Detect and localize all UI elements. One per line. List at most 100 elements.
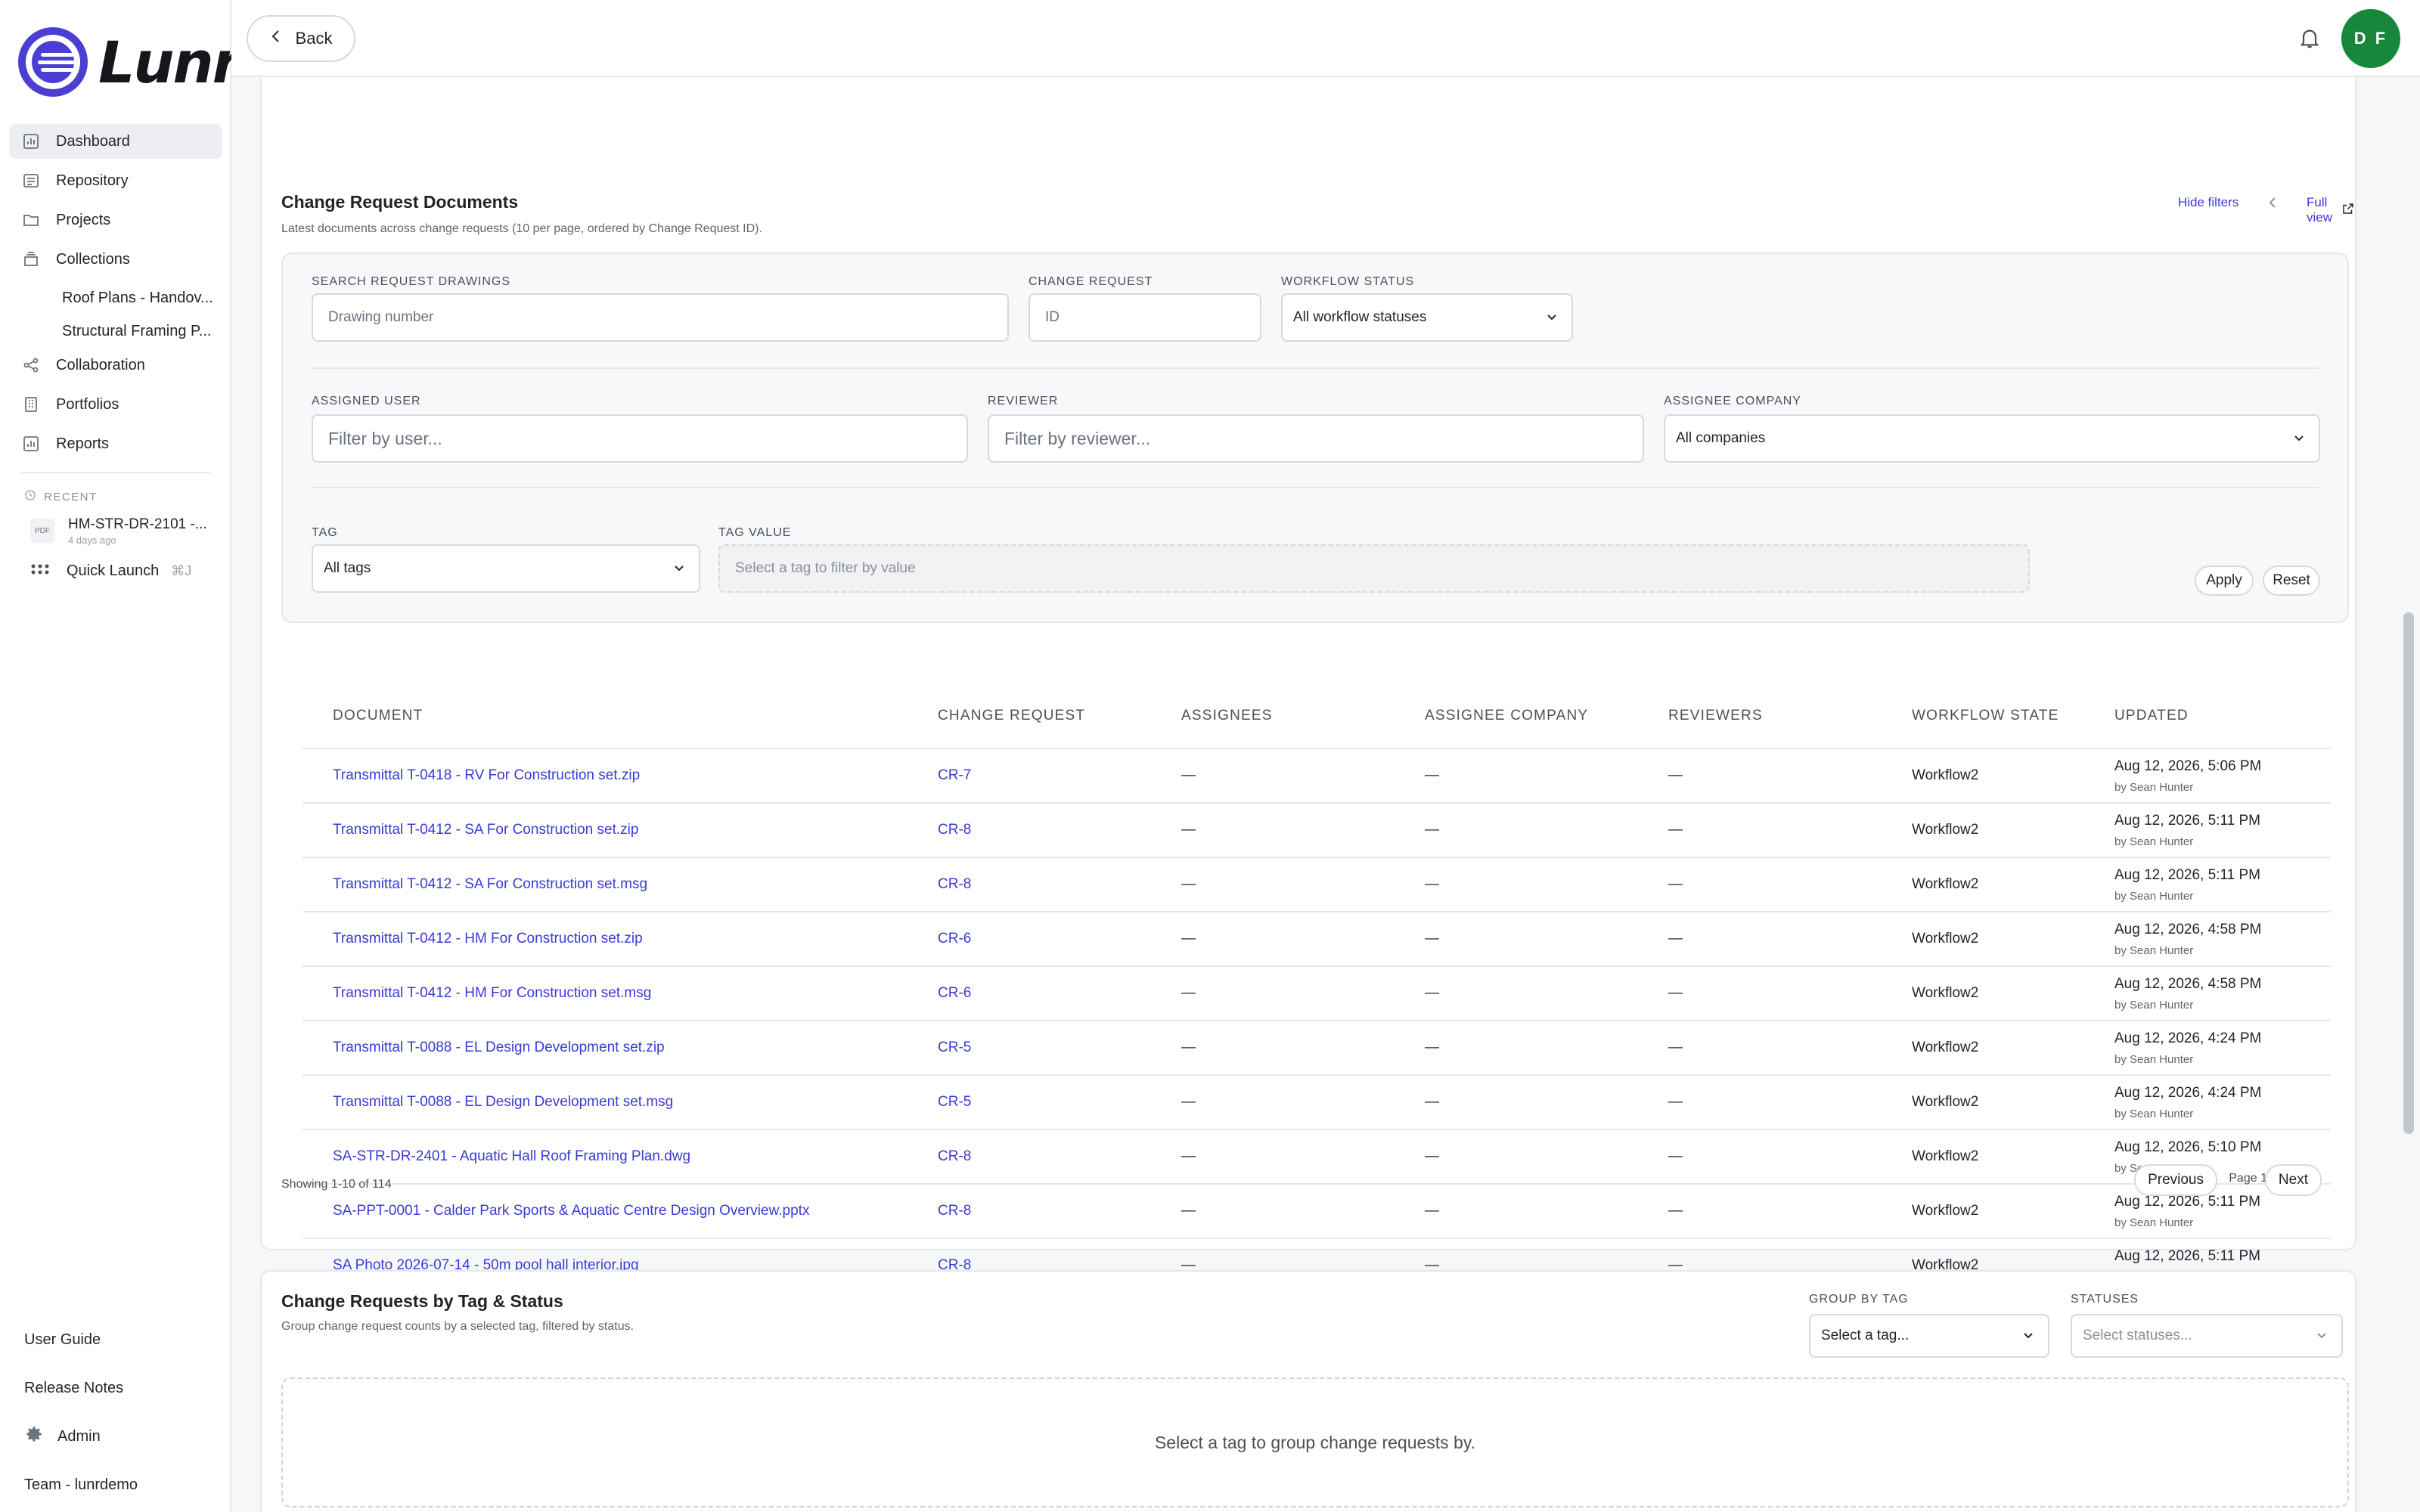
column-header[interactable]: WORKFLOW STATE bbox=[1882, 683, 2084, 749]
user-guide-link[interactable]: User Guide bbox=[0, 1315, 231, 1364]
group-by-tag-select[interactable]: Select a tag... bbox=[1809, 1314, 2049, 1358]
team-switcher[interactable]: Team - lunrdemo bbox=[0, 1461, 231, 1509]
assigned-user-input[interactable]: Filter by user... bbox=[312, 414, 968, 463]
reset-button[interactable]: Reset bbox=[2263, 565, 2320, 596]
tag-select[interactable]: All tags bbox=[312, 544, 700, 593]
updated-time: Aug 12, 2026, 5:11 PM bbox=[2114, 1247, 2260, 1264]
admin-link[interactable]: Admin bbox=[0, 1412, 231, 1461]
avatar[interactable]: D F bbox=[2341, 9, 2400, 68]
column-header[interactable]: REVIEWERS bbox=[1638, 683, 1882, 749]
recent-heading: RECENT bbox=[9, 484, 222, 510]
updated-cell: Aug 12, 2026, 4:24 PM by Sean Hunter bbox=[2084, 1075, 2331, 1130]
workflow-state-cell: Workflow2 bbox=[1882, 857, 2084, 912]
assignee-company-cell: — bbox=[1395, 803, 1638, 858]
table-row[interactable]: SA-STR-DR-2401 - Aquatic Hall Roof Frami… bbox=[302, 1129, 2331, 1185]
table-row[interactable]: Transmittal T-0412 - SA For Construction… bbox=[302, 857, 2331, 912]
workflow-state-cell: Workflow2 bbox=[1882, 748, 2084, 804]
chevron-down-icon bbox=[2316, 1328, 2328, 1344]
updated-cell: Aug 12, 2026, 4:24 PM by Sean Hunter bbox=[2084, 1021, 2331, 1076]
updated-cell: Aug 12, 2026, 4:58 PM by Sean Hunter bbox=[2084, 966, 2331, 1021]
sidebar-item-portfolios[interactable]: Portfolios bbox=[9, 387, 222, 422]
column-header[interactable]: CHANGE REQUEST bbox=[908, 683, 1151, 749]
document-link[interactable]: SA-STR-DR-2401 - Aquatic Hall Roof Frami… bbox=[333, 1148, 690, 1164]
sidebar-item-repository[interactable]: Repository bbox=[9, 163, 222, 198]
table-row[interactable]: Transmittal T-0088 - EL Design Developme… bbox=[302, 1021, 2331, 1076]
collection-item[interactable]: Roof Plans - Handov... bbox=[9, 281, 222, 314]
sidebar-item-collaboration[interactable]: Collaboration bbox=[9, 348, 222, 383]
next-page-button[interactable]: Next bbox=[2264, 1164, 2322, 1196]
change-request-link[interactable]: CR-8 bbox=[938, 1148, 971, 1164]
sidebar-nav: Dashboard Repository Projects Collection… bbox=[9, 124, 222, 590]
external-link-icon bbox=[2341, 202, 2355, 219]
table-row[interactable]: Transmittal T-0088 - EL Design Developme… bbox=[302, 1075, 2331, 1130]
document-link[interactable]: Transmittal T-0088 - EL Design Developme… bbox=[333, 1094, 673, 1110]
collection-item[interactable]: Structural Framing P... bbox=[9, 314, 222, 348]
grid-icon bbox=[30, 562, 50, 580]
assignee-company-label: ASSIGNEE COMPANY bbox=[1664, 395, 1801, 407]
workflow-status-select[interactable]: All workflow statuses bbox=[1281, 293, 1573, 342]
change-request-link[interactable]: CR-8 bbox=[938, 1203, 971, 1219]
change-request-link[interactable]: CR-5 bbox=[938, 1040, 971, 1055]
document-link[interactable]: Transmittal T-0412 - SA For Construction… bbox=[333, 822, 638, 838]
table-row[interactable]: SA-PPT-0001 - Calder Park Sports & Aquat… bbox=[302, 1184, 2331, 1239]
change-request-link[interactable]: CR-6 bbox=[938, 985, 971, 1001]
change-request-link[interactable]: CR-7 bbox=[938, 767, 971, 783]
previous-page-button[interactable]: Previous bbox=[2134, 1164, 2217, 1196]
hide-filters-link[interactable]: Hide filters bbox=[2178, 195, 2238, 210]
bell-icon[interactable] bbox=[2294, 23, 2325, 53]
assignee-company-cell: — bbox=[1395, 1021, 1638, 1076]
column-header[interactable]: DOCUMENT bbox=[302, 683, 908, 749]
full-view-link[interactable]: Full view bbox=[2307, 195, 2355, 225]
sidebar: Lunr Dashboard Repository Projects Colle… bbox=[0, 0, 240, 1512]
assignee-company-select[interactable]: All companies bbox=[1664, 414, 2320, 463]
reviewers-cell: — bbox=[1638, 1184, 1882, 1239]
table-header-row: DOCUMENT CHANGE REQUEST ASSIGNEES ASSIGN… bbox=[302, 683, 2331, 749]
change-request-id-input[interactable]: ID bbox=[1028, 293, 1261, 342]
sidebar-item-label: Collaboration bbox=[56, 356, 145, 373]
change-request-link[interactable]: CR-8 bbox=[938, 822, 971, 838]
updated-time: Aug 12, 2026, 5:11 PM bbox=[2114, 812, 2260, 829]
document-link[interactable]: SA-PPT-0001 - Calder Park Sports & Aquat… bbox=[333, 1203, 809, 1219]
column-header[interactable]: ASSIGNEES bbox=[1151, 683, 1395, 749]
workflow-status-label: WORKFLOW STATUS bbox=[1281, 275, 1415, 288]
document-link[interactable]: Transmittal T-0412 - HM For Construction… bbox=[333, 931, 643, 947]
scrollbar-thumb[interactable] bbox=[2403, 612, 2414, 1134]
change-request-link[interactable]: CR-5 bbox=[938, 1094, 971, 1110]
sidebar-item-collections[interactable]: Collections bbox=[9, 242, 222, 277]
document-link[interactable]: Transmittal T-0088 - EL Design Developme… bbox=[333, 1040, 665, 1055]
table-row[interactable]: Transmittal T-0412 - HM For Construction… bbox=[302, 912, 2331, 967]
lunr-logo[interactable]: Lunr bbox=[18, 27, 240, 97]
reviewer-input[interactable]: Filter by reviewer... bbox=[988, 414, 1644, 463]
sidebar-item-dashboard[interactable]: Dashboard bbox=[9, 124, 222, 159]
column-header[interactable]: UPDATED bbox=[2084, 683, 2331, 749]
workflow-state-cell: Workflow2 bbox=[1882, 803, 2084, 858]
table-row[interactable]: Transmittal T-0412 - HM For Construction… bbox=[302, 966, 2331, 1021]
assigned-user-label: ASSIGNED USER bbox=[312, 395, 421, 407]
assignee-company-cell: — bbox=[1395, 857, 1638, 912]
release-notes-link[interactable]: Release Notes bbox=[0, 1364, 231, 1412]
table-row[interactable]: Transmittal T-0412 - SA For Construction… bbox=[302, 803, 2331, 858]
statuses-select[interactable]: Select statuses... bbox=[2071, 1314, 2343, 1358]
back-button[interactable]: Back bbox=[247, 15, 355, 62]
document-link[interactable]: Transmittal T-0412 - HM For Construction… bbox=[333, 985, 651, 1001]
card-title: Change Request Documents bbox=[281, 192, 519, 212]
column-header[interactable]: ASSIGNEE COMPANY bbox=[1395, 683, 1638, 749]
change-request-link[interactable]: CR-8 bbox=[938, 876, 971, 892]
table-row[interactable]: Transmittal T-0418 - RV For Construction… bbox=[302, 748, 2331, 804]
reviewer-label: REVIEWER bbox=[988, 395, 1059, 407]
change-request-cell: CR-8 bbox=[908, 1184, 1151, 1239]
chevron-left-icon[interactable] bbox=[2267, 195, 2278, 214]
scrollbar[interactable] bbox=[2396, 77, 2420, 1512]
updated-by: by Sean Hunter bbox=[2114, 889, 2194, 903]
updated-by: by Sean Hunter bbox=[2114, 1107, 2194, 1120]
quick-launch[interactable]: Quick Launch ⌘J bbox=[9, 552, 222, 590]
sidebar-item-projects[interactable]: Projects bbox=[9, 203, 222, 237]
sidebar-item-reports[interactable]: Reports bbox=[9, 426, 222, 461]
document-link[interactable]: Transmittal T-0418 - RV For Construction… bbox=[333, 767, 640, 783]
updated-by: by Sean Hunter bbox=[2114, 780, 2194, 794]
document-link[interactable]: Transmittal T-0412 - SA For Construction… bbox=[333, 876, 647, 892]
apply-button[interactable]: Apply bbox=[2195, 565, 2254, 596]
recent-document[interactable]: PDF HM-STR-DR-2101 -... 4 days ago bbox=[9, 510, 222, 552]
change-request-link[interactable]: CR-6 bbox=[938, 931, 971, 947]
drawing-search-input[interactable]: Drawing number bbox=[312, 293, 1009, 342]
